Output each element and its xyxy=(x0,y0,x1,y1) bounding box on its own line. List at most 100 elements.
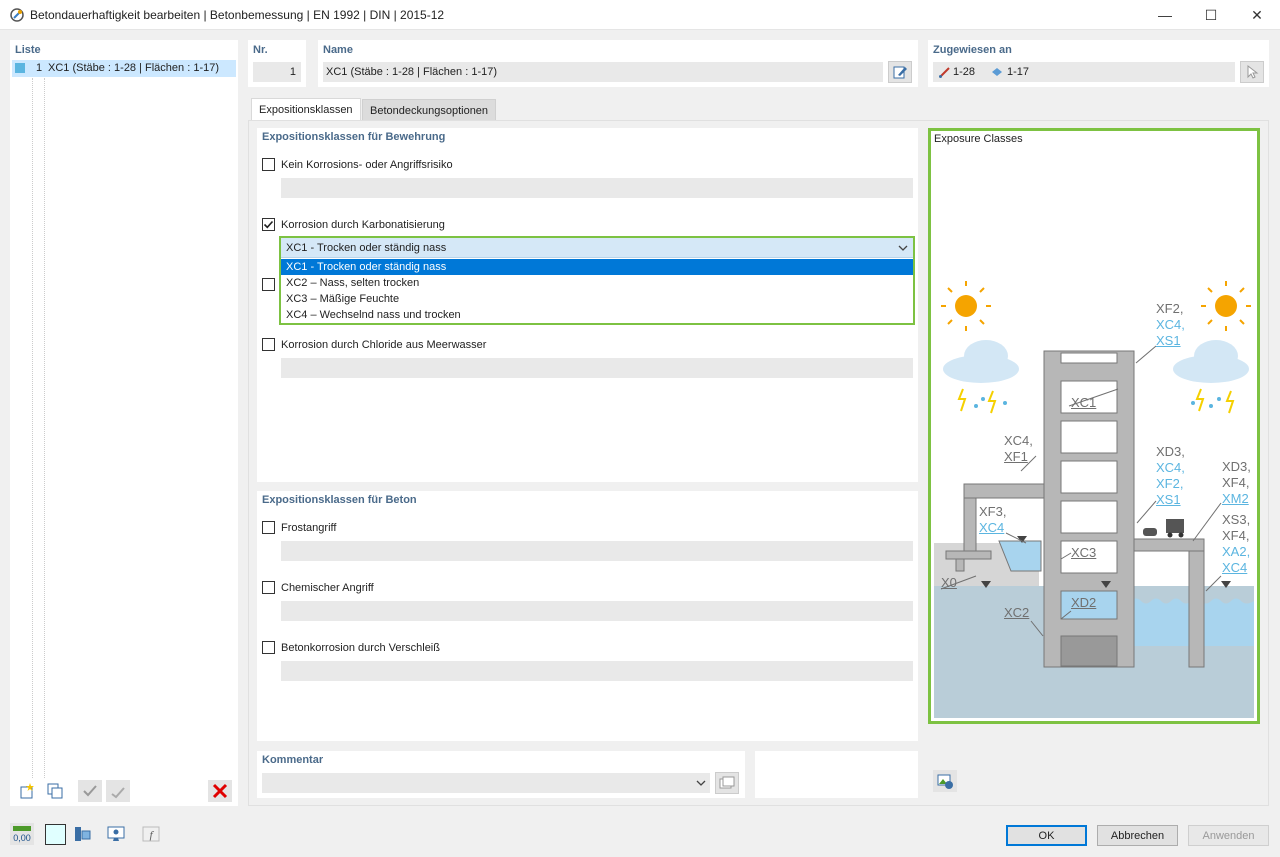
label-x0: X0 xyxy=(941,575,957,590)
close-button[interactable]: ✕ xyxy=(1234,0,1280,30)
nr-header: Nr. xyxy=(253,44,268,56)
abrasion-field xyxy=(281,661,913,681)
dropdown-option-xc3[interactable]: XC3 – Mäßige Feuchte xyxy=(281,291,913,307)
svg-text:f: f xyxy=(149,828,154,842)
name-field[interactable]: XC1 (Stäbe : 1-28 | Flächen : 1-17) xyxy=(323,62,883,82)
frost-checkbox[interactable] xyxy=(262,521,275,534)
copy-item-button[interactable] xyxy=(43,780,67,802)
label-xf4: XF4, xyxy=(1222,475,1250,490)
option-seawater[interactable]: Korrosion durch Chloride aus Meerwasser xyxy=(262,338,486,351)
assigned-members: 1-28 xyxy=(953,66,976,78)
picture-icon xyxy=(937,774,953,789)
figure-options-button[interactable] xyxy=(933,770,957,792)
list-item-label: XC1 (Stäbe : 1-28 | Flächen : 1-17) xyxy=(48,62,219,74)
maximize-button[interactable]: ☐ xyxy=(1188,0,1234,30)
carbonation-dropdown[interactable]: XC1 - Trocken oder ständig nass XC1 - Tr… xyxy=(279,236,915,325)
formula-button[interactable]: f xyxy=(139,823,163,845)
option-chlorides[interactable] xyxy=(262,278,275,291)
reinforcement-header: Expositionsklassen für Bewehrung xyxy=(262,131,446,143)
option-frost[interactable]: Frostangriff xyxy=(262,521,336,534)
name-panel: Name XC1 (Stäbe : 1-28 | Flächen : 1-17) xyxy=(318,40,918,87)
carbonation-checkbox[interactable] xyxy=(262,218,275,231)
title-bar: Betondauerhaftigkeit bearbeiten | Betonb… xyxy=(0,0,1280,30)
list-header: Liste xyxy=(15,44,41,56)
option-chemical[interactable]: Chemischer Angriff xyxy=(262,581,374,594)
comment-library-button[interactable] xyxy=(715,772,739,794)
seawater-checkbox[interactable] xyxy=(262,338,275,351)
minimize-icon: — xyxy=(1158,7,1172,23)
tab-betondeckungsoptionen[interactable]: Betondeckungsoptionen xyxy=(362,99,497,121)
seawater-field xyxy=(281,358,913,378)
label-xd3-far: XD3, xyxy=(1222,459,1251,474)
name-header: Name xyxy=(323,44,353,56)
minimize-button[interactable]: — xyxy=(1142,0,1188,30)
units-button[interactable]: 0,00 xyxy=(10,823,34,845)
delete-icon xyxy=(212,783,228,799)
assigned-header: Zugewiesen an xyxy=(933,44,1012,56)
monitor-icon xyxy=(107,826,125,841)
chlorides-checkbox[interactable] xyxy=(262,278,275,291)
library-icon xyxy=(719,776,735,789)
no-risk-label: Kein Korrosions- oder Angriffsrisiko xyxy=(281,158,453,171)
label-xf2-right: XF2, xyxy=(1156,476,1184,491)
chemical-checkbox[interactable] xyxy=(262,581,275,594)
tree-line xyxy=(44,78,45,778)
no-risk-field xyxy=(281,178,913,198)
cursor-icon xyxy=(1247,64,1259,79)
surface-icon xyxy=(992,68,1002,76)
dropdown-selected-value: XC1 - Trocken oder ständig nass xyxy=(286,242,447,254)
abrasion-label: Betonkorrosion durch Verschleiß xyxy=(281,641,440,654)
list-item[interactable]: 1 XC1 (Stäbe : 1-28 | Flächen : 1-17) xyxy=(12,60,236,77)
edit-icon xyxy=(893,66,907,79)
assigned-panel: Zugewiesen an 1-28 1-17 xyxy=(928,40,1269,87)
new-item-button[interactable] xyxy=(15,780,39,802)
check-button[interactable] xyxy=(78,780,102,802)
uncheck-button[interactable] xyxy=(106,780,130,802)
label-xc2: XC2 xyxy=(1004,605,1030,620)
tree-line xyxy=(32,78,33,778)
tab-expositionsklassen[interactable]: Expositionsklassen xyxy=(251,98,361,121)
ok-button[interactable]: OK xyxy=(1006,825,1087,846)
label-xs1-right: XS1 xyxy=(1156,492,1181,507)
apply-button[interactable]: Anwenden xyxy=(1188,825,1269,846)
label-xm2: XM2 xyxy=(1222,491,1249,506)
list-panel: Liste 1 XC1 (Stäbe : 1-28 | Flächen : 1-… xyxy=(10,40,238,806)
cancel-button[interactable]: Abbrechen xyxy=(1097,825,1178,846)
maximize-icon: ☐ xyxy=(1204,6,1218,23)
close-icon: ✕ xyxy=(1251,6,1263,23)
label-xd3: XD3, xyxy=(1156,444,1185,459)
display-properties-button[interactable] xyxy=(70,823,94,845)
color-picker-button[interactable] xyxy=(45,824,66,845)
label-xf4-low: XF4, xyxy=(1222,528,1250,543)
display-icon xyxy=(75,827,91,841)
dropdown-option-xc4[interactable]: XC4 – Wechselnd nass und trocken xyxy=(281,307,913,323)
delete-button[interactable] xyxy=(208,780,232,802)
option-no-risk[interactable]: Kein Korrosions- oder Angriffsrisiko xyxy=(262,158,453,171)
dropdown-selected[interactable]: XC1 - Trocken oder ständig nass xyxy=(281,238,913,258)
select-objects-button[interactable] xyxy=(1240,61,1264,83)
nr-field[interactable]: 1 xyxy=(253,62,301,82)
comment-extra-panel xyxy=(755,751,918,798)
view-button[interactable] xyxy=(104,823,128,845)
list-item-color-swatch xyxy=(15,63,25,73)
option-abrasion[interactable]: Betonkorrosion durch Verschleiß xyxy=(262,641,440,654)
comment-field[interactable] xyxy=(262,773,710,793)
concrete-header: Expositionsklassen für Beton xyxy=(262,494,417,506)
no-risk-checkbox[interactable] xyxy=(262,158,275,171)
member-icon xyxy=(939,67,950,78)
dropdown-option-xc2[interactable]: XC2 – Nass, selten trocken xyxy=(281,275,913,291)
new-item-icon xyxy=(20,783,34,799)
abrasion-checkbox[interactable] xyxy=(262,641,275,654)
check-icon xyxy=(83,785,97,797)
label-xf3: XF3, xyxy=(979,504,1007,519)
assigned-field[interactable]: 1-28 1-17 xyxy=(933,62,1235,82)
dropdown-option-xc1[interactable]: XC1 - Trocken oder ständig nass xyxy=(281,259,913,275)
chevron-down-icon xyxy=(696,780,706,786)
comment-panel: Kommentar xyxy=(257,751,745,798)
function-icon: f xyxy=(142,826,160,842)
label-xc3: XC3 xyxy=(1071,545,1097,560)
option-carbonation[interactable]: Korrosion durch Karbonatisierung xyxy=(262,218,445,231)
label-xc4-mid: XC4, xyxy=(1004,433,1033,448)
frost-field xyxy=(281,541,913,561)
edit-name-button[interactable] xyxy=(888,61,912,83)
